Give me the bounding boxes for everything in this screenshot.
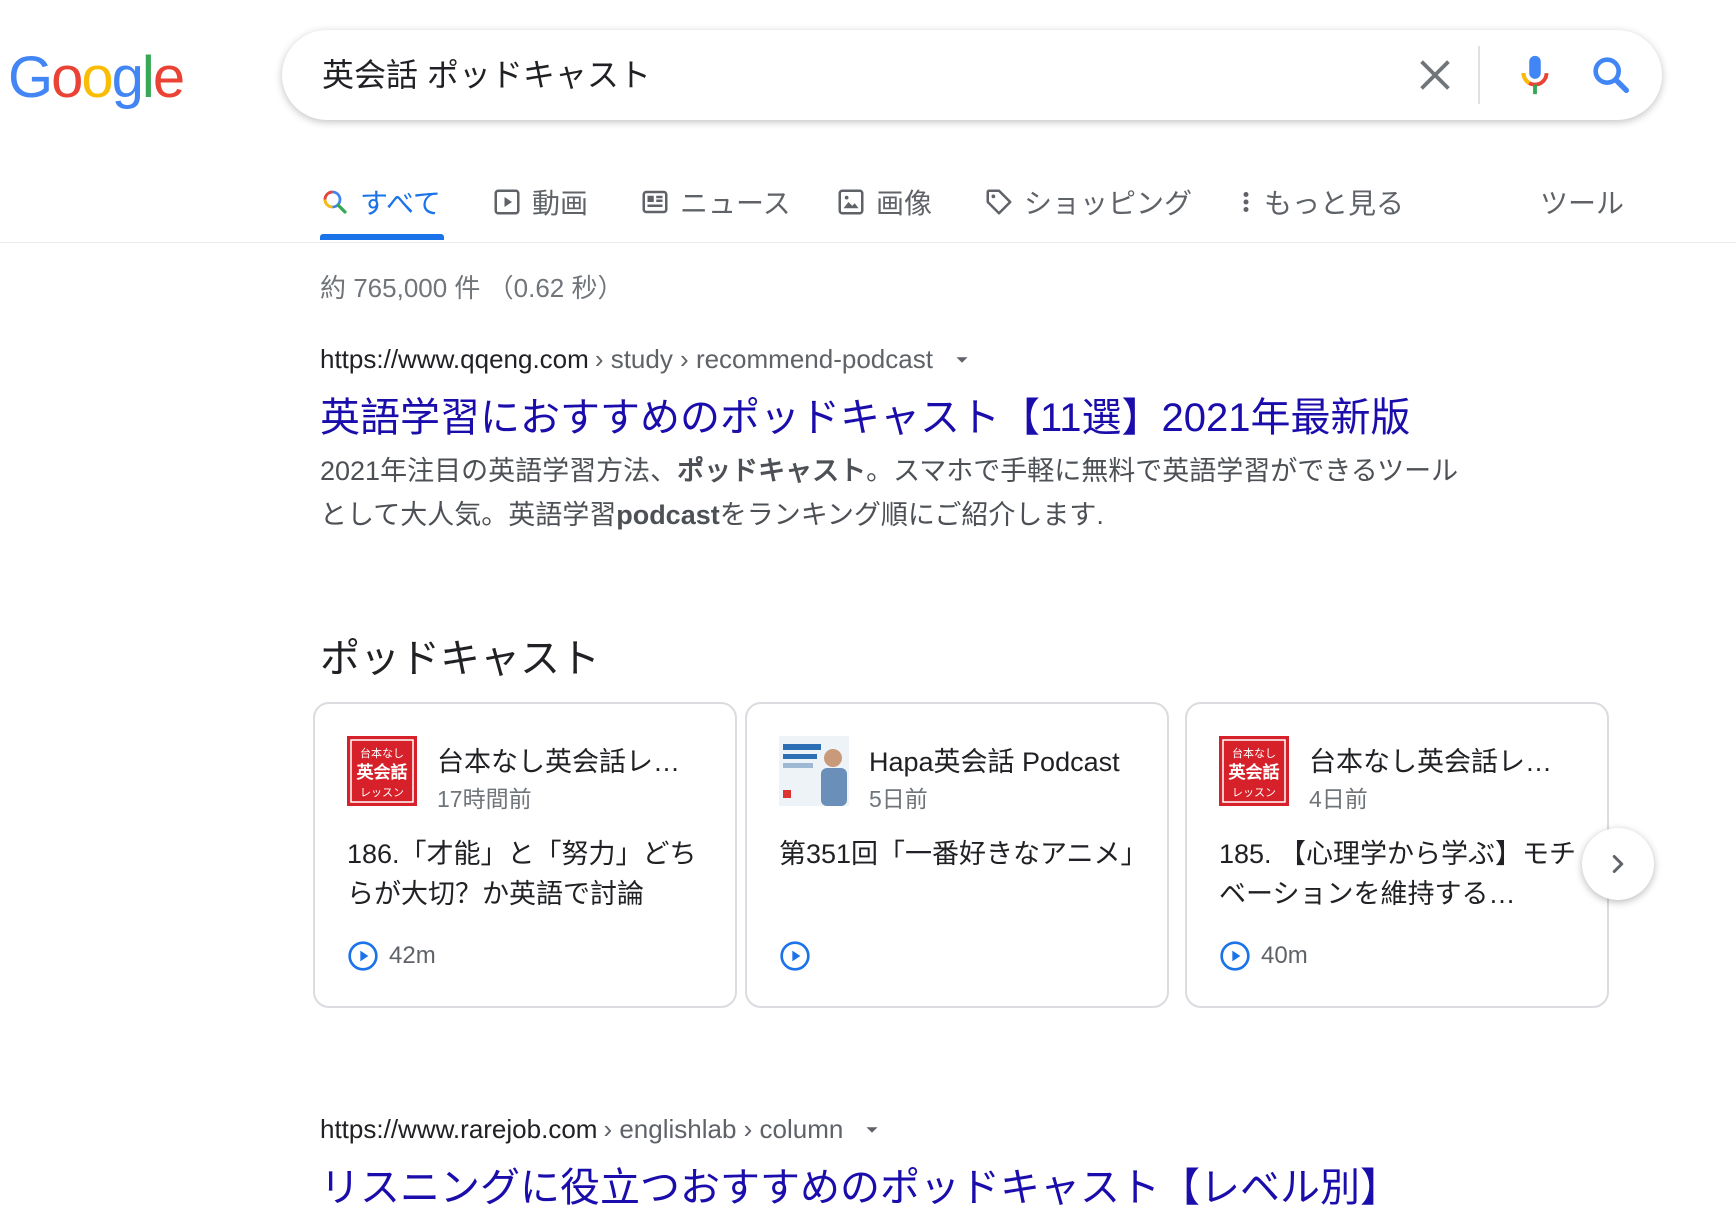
search-result: https://www.qqeng.com › study › recommen… (320, 344, 1520, 537)
video-icon (494, 189, 520, 215)
tab-label: 動画 (532, 188, 589, 219)
podcast-thumbnail (779, 736, 849, 806)
search-tabs: すべて 動画 ニュース 画像 ショッピング もっと見る ツール (0, 160, 1736, 243)
url-host: https://www.qqeng.com (320, 344, 589, 374)
podcast-show-name: Hapa英会話 Podcast (869, 747, 1120, 777)
search-result: https://www.rarejob.com › englishlab › c… (320, 1114, 1400, 1213)
play-circle-icon[interactable] (347, 940, 379, 972)
logo-letter: o (51, 45, 83, 110)
thumb-text: 英会話 (1229, 762, 1280, 783)
result-title-link[interactable]: 英語学習におすすめのポッドキャスト【11選】2021年最新版 (320, 385, 1520, 443)
thumb-text: 台本なし (1232, 746, 1276, 760)
logo-letter: l (141, 45, 155, 110)
tab-images[interactable]: 画像 (836, 180, 932, 224)
podcast-episode-title: 第351回「一番好きなアニメ」 (779, 839, 1148, 869)
google-logo[interactable]: Google (8, 44, 185, 111)
snippet-text: として大人気。英語学習 (320, 500, 617, 530)
tab-video[interactable]: 動画 (492, 180, 588, 224)
play-control[interactable]: 40m (1219, 940, 1308, 972)
search-box[interactable]: 英会話 ポッドキャスト (282, 30, 1662, 120)
podcast-card[interactable]: Hapa英会話 Podcast 5日前 第351回「一番好きなアニメ」 (745, 702, 1169, 1008)
snippet-text: 2021年注目の英語学習方法、 (320, 456, 678, 486)
image-icon (838, 189, 864, 215)
podcast-episode-title: 186.「才能」と「努力」どちらが大切？か英語で討論 (347, 839, 697, 909)
snippet-text: をランキング順にご紹介します. (719, 500, 1104, 530)
podcast-age: 4日前 (1309, 786, 1368, 812)
tab-label: もっと見る (1264, 188, 1405, 219)
news-icon (642, 190, 668, 214)
tab-label: 画像 (876, 188, 933, 219)
podcast-card[interactable]: 台本なし 英会話 レッスン 台本なし英会話レ… 4日前 185. 【心理学から学… (1185, 702, 1609, 1008)
thumb-text: 英会話 (357, 762, 408, 783)
url-path: › study › recommend-podcast (594, 344, 933, 374)
snippet-highlight: podcast (616, 500, 720, 530)
logo-letter: o (81, 45, 113, 110)
url-path: › englishlab › column (603, 1114, 844, 1144)
microphone-icon[interactable] (1512, 52, 1558, 98)
podcast-duration: 42m (389, 942, 436, 969)
search-icon[interactable] (1588, 52, 1634, 98)
podcast-age: 5日前 (869, 786, 928, 812)
tab-shopping[interactable]: ショッピング (984, 180, 1192, 224)
play-circle-icon[interactable] (779, 940, 811, 972)
thumb-text: レッスン (1232, 786, 1276, 799)
logo-letter: G (8, 45, 53, 110)
active-tab-indicator (320, 234, 444, 240)
podcasts-heading: ポッドキャスト (320, 637, 600, 681)
clear-icon[interactable] (1412, 52, 1458, 98)
tab-more[interactable]: もっと見る (1238, 180, 1404, 224)
logo-letter: e (152, 45, 185, 110)
result-title-link[interactable]: リスニングに役立つおすすめのポッドキャスト【レベル別】 (320, 1155, 1400, 1213)
podcast-thumbnail: 台本なし 英会話 レッスン (347, 736, 417, 806)
podcast-episode-title: 185. 【心理学から学ぶ】モチベーションを維持する… (1219, 839, 1577, 909)
podcast-age: 17時間前 (437, 786, 532, 812)
url-host: https://www.rarejob.com (320, 1114, 598, 1144)
divider (1478, 46, 1480, 104)
thumb-text: レッスン (360, 786, 404, 799)
result-stats: 約 765,000 件 （0.62 秒） (320, 273, 624, 303)
result-snippet: 2021年注目の英語学習方法、ポッドキャスト。スマホで手軽に無料で英語学習ができ… (320, 449, 1520, 537)
snippet-line: として大人気。英語学習podcastをランキング順にご紹介します. (320, 493, 1520, 537)
snippet-text: 。スマホで手軽に無料で英語学習ができるツール (866, 456, 1459, 486)
play-control[interactable] (779, 940, 821, 972)
chevron-down-icon[interactable] (861, 1119, 883, 1141)
tag-icon (986, 189, 1012, 215)
tab-label: ツール (1540, 188, 1625, 219)
tab-label: すべて (360, 188, 441, 219)
logo-letter: g (111, 45, 144, 110)
podcast-duration: 40m (1261, 942, 1308, 969)
chevron-right-icon (1612, 855, 1624, 873)
tab-label: ニュース (680, 188, 791, 219)
tab-label: ショッピング (1024, 188, 1193, 219)
snippet-line: 2021年注目の英語学習方法、ポッドキャスト。スマホで手軽に無料で英語学習ができ… (320, 449, 1520, 493)
result-url[interactable]: https://www.rarejob.com › englishlab › c… (320, 1114, 1400, 1145)
search-input[interactable]: 英会話 ポッドキャスト (322, 50, 651, 96)
podcast-thumbnail: 台本なし 英会話 レッスン (1219, 736, 1289, 806)
play-control[interactable]: 42m (347, 940, 436, 972)
podcast-show-name: 台本なし英会話レ… (1309, 747, 1552, 777)
result-url[interactable]: https://www.qqeng.com › study › recommen… (320, 344, 1520, 375)
tab-all[interactable]: すべて (320, 180, 441, 224)
podcast-card[interactable]: 台本なし 英会話 レッスン 台本なし英会話レ… 17時間前 186.「才能」と「… (313, 702, 737, 1008)
tab-news[interactable]: ニュース (640, 180, 791, 224)
snippet-highlight: ポッドキャスト (677, 456, 867, 486)
more-vert-icon (1243, 192, 1249, 212)
thumb-text: 台本なし (360, 746, 404, 760)
carousel-next-button[interactable] (1582, 828, 1654, 900)
search-icon (323, 190, 347, 214)
tab-tools[interactable]: ツール (1540, 180, 1624, 224)
podcast-show-name: 台本なし英会話レ… (437, 747, 680, 777)
play-circle-icon[interactable] (1219, 940, 1251, 972)
chevron-down-icon[interactable] (951, 349, 973, 371)
